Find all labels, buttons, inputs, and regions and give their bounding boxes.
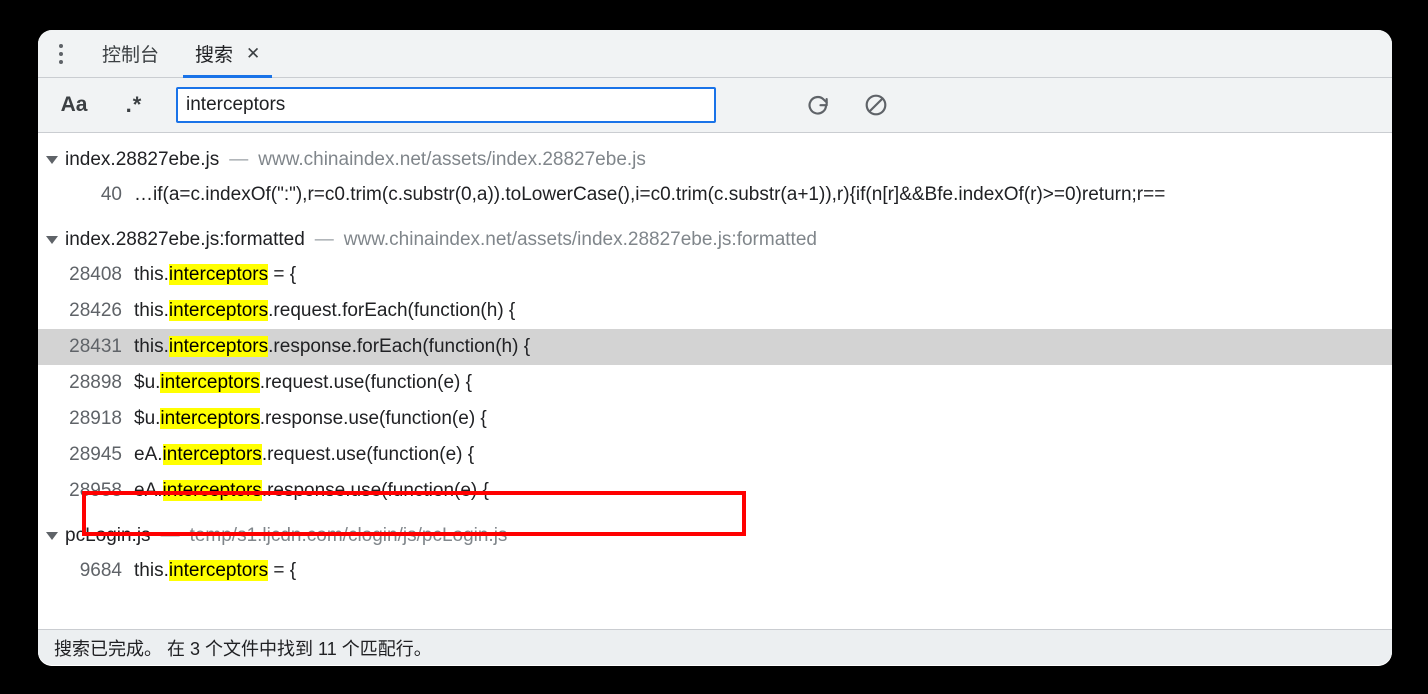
code-post: .response.forEach(function(h) {	[268, 336, 531, 357]
code-pre: eA.	[134, 444, 163, 465]
match-case-button[interactable]: Aa	[48, 88, 100, 122]
result-group-url: www.chinaindex.net/assets/index.28827ebe…	[258, 149, 646, 170]
match-highlight: interceptors	[162, 480, 262, 501]
result-group-header[interactable]: index.28827ebe.js:formatted — www.chinai…	[38, 223, 1392, 257]
kebab-dot	[59, 51, 63, 56]
result-group-url: temp/s1.ljcdn.com/clogin/js/pcLogin.js	[189, 525, 508, 546]
status-text: 搜索已完成。 在 3 个文件中找到 11 个匹配行。	[54, 638, 432, 659]
tab-console[interactable]: 控制台	[84, 30, 177, 77]
search-results-list[interactable]: index.28827ebe.js — www.chinaindex.net/a…	[38, 133, 1392, 666]
chevron-down-icon[interactable]	[46, 532, 58, 540]
result-line-code: this.interceptors.request.forEach(functi…	[134, 300, 1392, 322]
match-highlight: interceptors	[168, 560, 269, 581]
code-pre: this.	[134, 336, 169, 357]
code-pre: this.	[134, 560, 169, 581]
match-highlight: interceptors	[160, 372, 260, 393]
clear-icon[interactable]	[856, 85, 896, 125]
result-row[interactable]: 28426 this.interceptors.request.forEach(…	[38, 293, 1392, 329]
code-post: .response.use(function(e) {	[259, 408, 487, 429]
code-pre: …if(a=c.indexOf(":"),r=c0.trim(c.substr(…	[134, 184, 1166, 205]
result-line-number: 9684	[79, 560, 122, 581]
code-post: .request.forEach(function(h) {	[268, 300, 516, 321]
result-group-dash: —	[229, 149, 249, 170]
result-line-number: 28958	[69, 480, 122, 501]
match-highlight: interceptors	[168, 336, 269, 357]
result-group-name: pcLogin.js	[65, 525, 151, 546]
code-post: .request.use(function(e) {	[261, 444, 475, 465]
result-group-header[interactable]: index.28827ebe.js — www.chinaindex.net/a…	[38, 143, 1392, 177]
result-line-number: 28408	[69, 264, 122, 285]
result-line-number: 28898	[69, 372, 122, 393]
devtools-search-panel: 控制台 搜索 ✕ Aa .* index.28827ebe.js	[38, 30, 1392, 666]
result-line-code: this.interceptors = {	[134, 560, 1392, 582]
match-highlight: interceptors	[168, 300, 269, 321]
tab-search[interactable]: 搜索 ✕	[177, 30, 278, 78]
code-pre: this.	[134, 264, 169, 285]
result-line-code: $u.interceptors.request.use(function(e) …	[134, 372, 1392, 394]
code-pre: this.	[134, 300, 169, 321]
status-bar: 搜索已完成。 在 3 个文件中找到 11 个匹配行。	[38, 629, 1392, 665]
result-line-number: 28426	[69, 300, 122, 321]
code-post: .response.use(function(e) {	[261, 480, 489, 501]
refresh-icon[interactable]	[798, 85, 838, 125]
result-line-number: 28945	[69, 444, 122, 465]
search-toolbar: Aa .*	[38, 78, 1392, 133]
close-icon[interactable]: ✕	[246, 45, 260, 62]
result-group-header[interactable]: pcLogin.js — temp/s1.ljcdn.com/clogin/js…	[38, 519, 1392, 553]
result-group-dash: —	[160, 525, 180, 546]
match-highlight: interceptors	[160, 408, 260, 429]
code-pre: $u.	[134, 408, 161, 429]
result-line-code: eA.interceptors.response.use(function(e)…	[134, 480, 1392, 502]
code-pre: $u.	[134, 372, 161, 393]
result-row[interactable]: 28958 eA.interceptors.response.use(funct…	[38, 473, 1392, 509]
code-post: = {	[268, 560, 297, 581]
result-group-name: index.28827ebe.js:formatted	[65, 229, 305, 250]
result-row[interactable]: 28898 $u.interceptors.request.use(functi…	[38, 365, 1392, 401]
code-post: .request.use(function(e) {	[259, 372, 472, 393]
regex-button[interactable]: .*	[108, 88, 160, 122]
result-group-url: www.chinaindex.net/assets/index.28827ebe…	[343, 229, 817, 250]
result-row[interactable]: 28945 eA.interceptors.request.use(functi…	[38, 437, 1392, 473]
kebab-dot	[59, 59, 63, 64]
result-group-dash: —	[314, 229, 334, 250]
kebab-menu-icon[interactable]	[38, 30, 84, 77]
result-row-selected[interactable]: 28431 this.interceptors.response.forEach…	[38, 329, 1392, 365]
result-line-code: this.interceptors = {	[134, 264, 1392, 286]
code-post: = {	[268, 264, 297, 285]
kebab-dot	[59, 43, 63, 48]
result-line-number: 40	[100, 184, 122, 205]
tab-strip: 控制台 搜索 ✕	[38, 30, 1392, 78]
result-row[interactable]: 9684 this.interceptors = {	[38, 553, 1392, 589]
result-line-code: $u.interceptors.response.use(function(e)…	[134, 408, 1392, 430]
result-line-code: …if(a=c.indexOf(":"),r=c0.trim(c.substr(…	[134, 184, 1392, 206]
tab-console-label: 控制台	[102, 45, 160, 66]
result-line-number: 28431	[69, 336, 122, 357]
result-row[interactable]: 28918 $u.interceptors.response.use(funct…	[38, 401, 1392, 437]
result-line-code: eA.interceptors.request.use(function(e) …	[134, 444, 1392, 466]
result-row[interactable]: 40 …if(a=c.indexOf(":"),r=c0.trim(c.subs…	[38, 177, 1392, 213]
result-row[interactable]: 28408 this.interceptors = {	[38, 257, 1392, 293]
chevron-down-icon[interactable]	[46, 236, 58, 244]
result-line-number: 28918	[69, 408, 122, 429]
result-line-code: this.interceptors.response.forEach(funct…	[134, 336, 1392, 358]
chevron-down-icon[interactable]	[46, 156, 58, 164]
tab-search-label: 搜索	[195, 45, 234, 66]
match-highlight: interceptors	[168, 264, 269, 285]
match-highlight: interceptors	[162, 444, 262, 465]
result-group-name: index.28827ebe.js	[65, 149, 220, 170]
search-input[interactable]	[176, 87, 716, 123]
code-pre: eA.	[134, 480, 163, 501]
